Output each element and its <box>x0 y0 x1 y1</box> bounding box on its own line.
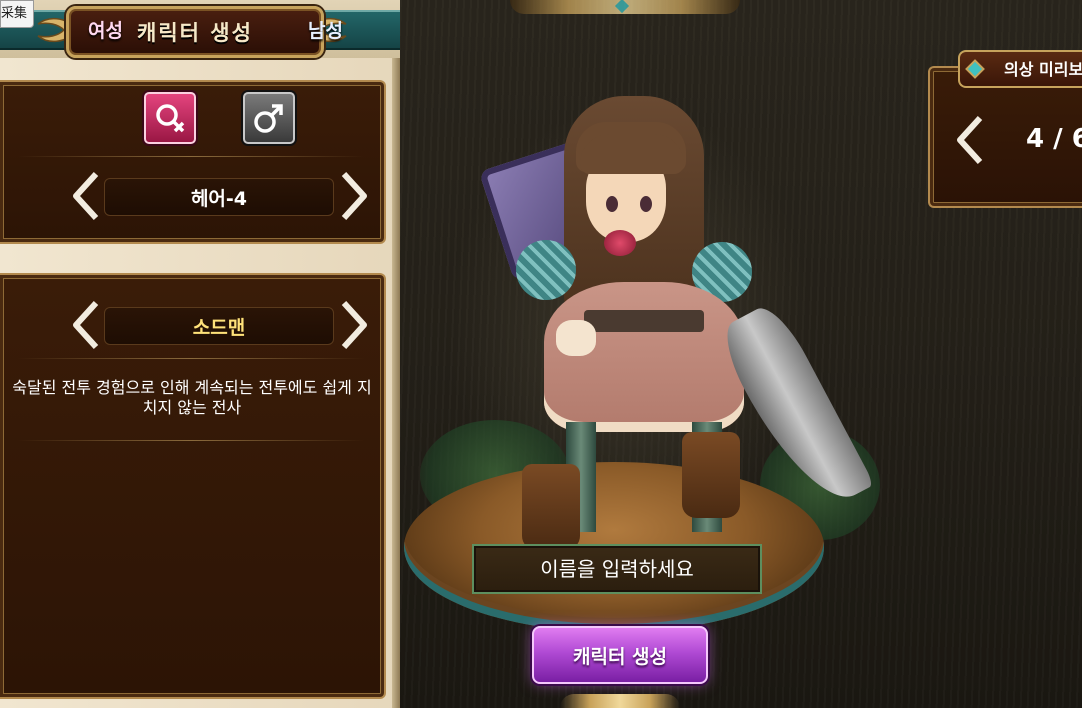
outfit-counter: 4 / 6 <box>1026 124 1082 154</box>
male-button[interactable] <box>243 92 295 144</box>
class-next-button[interactable] <box>336 299 372 351</box>
gem-icon <box>967 61 983 77</box>
divider <box>18 156 364 157</box>
rose-brooch <box>604 230 636 256</box>
chevron-left-icon <box>73 171 99 221</box>
male-label: 남성 <box>308 20 343 42</box>
bottom-ornament <box>560 694 680 708</box>
class-description: 숙달된 전투 경험으로 인해 계속되는 전투에도 쉽게 지치지 않는 전사 <box>12 378 372 417</box>
outfit-prev-button[interactable] <box>952 114 988 166</box>
class-prev-button[interactable] <box>68 299 104 351</box>
chevron-right-icon <box>341 300 367 350</box>
outfit-preview-title: 의상 미리보기 <box>958 50 1082 88</box>
class-selector-value: 소드맨 <box>104 307 334 345</box>
chevron-right-icon <box>341 171 367 221</box>
chevron-left-icon <box>73 300 99 350</box>
divider <box>18 440 364 441</box>
hair-next-button[interactable] <box>336 170 372 222</box>
male-symbol-icon <box>254 104 283 133</box>
page-title: 캐릭터 생성 <box>137 21 253 45</box>
create-character-button[interactable]: 캐릭터 생성 <box>532 626 708 684</box>
female-label: 여성 <box>88 20 123 42</box>
hair-prev-button[interactable] <box>68 170 104 222</box>
divider <box>18 358 364 359</box>
top-ornament <box>510 0 740 14</box>
watermark-tag: 采集 <box>0 0 35 28</box>
character-model[interactable] <box>464 92 884 562</box>
female-button[interactable] <box>144 92 196 144</box>
hair-selector-value: 헤어-4 <box>104 178 334 216</box>
character-dress <box>544 282 744 432</box>
character-name-input[interactable] <box>472 544 762 594</box>
female-symbol-icon <box>156 104 185 133</box>
creation-panel: 캐릭터 생성 여성 남성 헤어-4 소드맨 숙달된 전투 경험으로 인해 계속되… <box>0 0 400 708</box>
chevron-left-icon <box>957 115 983 165</box>
